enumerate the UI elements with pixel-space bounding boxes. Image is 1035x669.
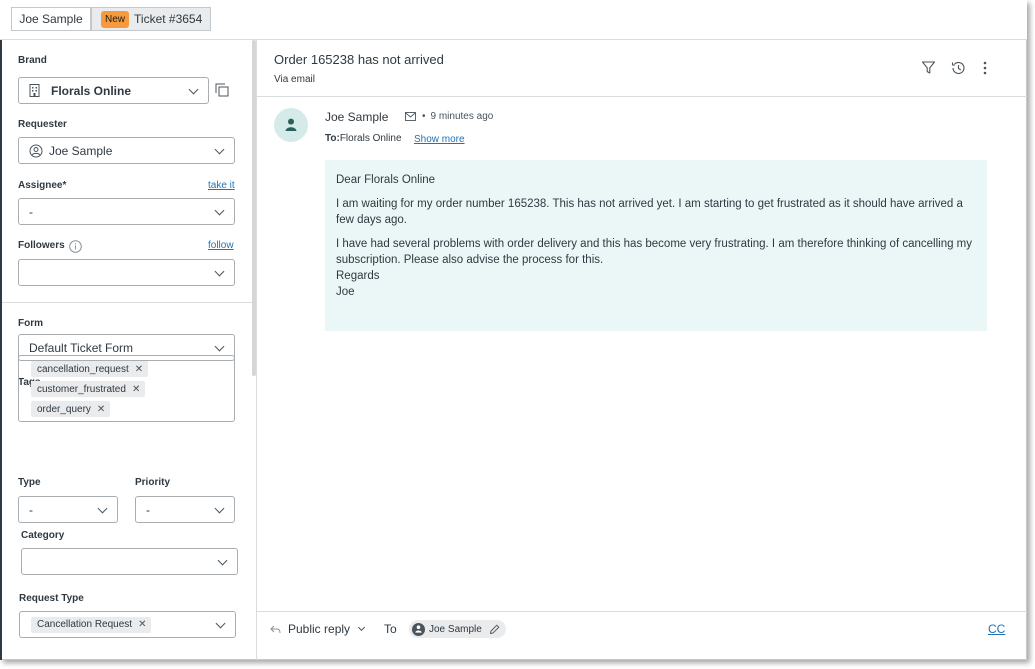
remove-icon[interactable]: ✕ (97, 404, 105, 415)
recipient-line: To:Florals Online (325, 133, 402, 144)
brand-value: Florals Online (51, 83, 132, 98)
message-author[interactable]: Joe Sample (325, 110, 388, 124)
message-paragraph: I am waiting for my order number 165238.… (336, 198, 963, 226)
sidebar-scrollbar[interactable] (252, 40, 256, 376)
reply-mode-label: Public reply (288, 622, 351, 636)
pencil-icon[interactable] (489, 624, 500, 635)
chevron-down-icon (357, 623, 366, 632)
priority-select[interactable]: - (135, 496, 235, 523)
request-type-select[interactable]: Cancellation Request ✕ (19, 611, 236, 638)
avatar (412, 622, 425, 636)
tag-chip[interactable]: order_query ✕ (31, 401, 111, 417)
user-circle-icon (29, 144, 43, 158)
ticket-properties-sidebar: Brand Florals Online Requester Joe Sampl… (0, 40, 257, 660)
reply-arrow-icon (270, 625, 281, 634)
show-more-link[interactable]: Show more (414, 134, 465, 145)
chevron-down-icon (188, 84, 199, 95)
tag-label: cancellation_request (37, 363, 129, 375)
envelope-icon (405, 112, 416, 121)
recipient-name: Joe Sample (429, 623, 482, 635)
priority-value: - (146, 502, 150, 517)
take-it-link[interactable]: take it (208, 180, 235, 191)
message-meta: • 9 minutes ago (405, 111, 493, 122)
form-value: Default Ticket Form (29, 340, 134, 355)
requester-select[interactable]: Joe Sample (18, 137, 235, 164)
reply-mode-button[interactable]: Public reply (270, 622, 366, 636)
sidebar-divider (2, 302, 256, 303)
type-label: Type (18, 477, 41, 488)
chevron-down-icon (214, 266, 225, 277)
more-vertical-icon[interactable] (982, 60, 998, 76)
remove-icon[interactable]: ✕ (138, 619, 146, 630)
tab-ticket-label: Ticket #3654 (134, 12, 203, 26)
message-body: Dear Florals Online I am waiting for my … (325, 160, 987, 331)
copy-icon[interactable] (215, 83, 229, 100)
building-icon (29, 84, 45, 97)
info-icon[interactable] (69, 240, 82, 256)
followers-select[interactable] (18, 259, 235, 286)
assignee-value: - (29, 204, 33, 219)
type-select[interactable]: - (18, 496, 118, 523)
chevron-down-icon (214, 144, 225, 155)
message-greeting: Dear Florals Online (336, 174, 436, 186)
brand-select[interactable]: Florals Online (18, 77, 209, 104)
ticket-window: Joe Sample New Ticket #3654 Brand Floral… (0, 0, 1027, 660)
chevron-down-icon (215, 618, 226, 629)
to-prefix: To: (325, 133, 340, 144)
message-signature: Joe (336, 286, 355, 298)
message-paragraph: I have had several problems with order d… (336, 238, 973, 266)
chevron-down-icon (97, 503, 108, 514)
ticket-header: Order 165238 has not arrived Via email (257, 40, 1027, 97)
request-type-chip[interactable]: Cancellation Request ✕ (31, 616, 152, 633)
message-regards: Regards (336, 270, 380, 282)
tab-bar: Joe Sample New Ticket #3654 (0, 0, 1027, 40)
filter-icon[interactable] (921, 60, 937, 76)
brand-label: Brand (18, 55, 47, 66)
priority-label: Priority (135, 477, 171, 488)
tab-ticket[interactable]: New Ticket #3654 (91, 7, 211, 31)
remove-icon[interactable]: ✕ (132, 384, 140, 395)
composer-to-label: To (384, 622, 397, 636)
chevron-down-icon (217, 555, 228, 566)
channel-label: Via email (274, 74, 315, 85)
status-badge: New (101, 10, 130, 28)
conversation-pane: Order 165238 has not arrived Via email J… (257, 40, 1027, 660)
cc-link[interactable]: CC (988, 622, 1005, 636)
request-type-value: Cancellation Request (37, 619, 133, 630)
to-value: Florals Online (339, 133, 402, 144)
history-icon[interactable] (950, 60, 966, 76)
ticket-subject: Order 165238 has not arrived (274, 52, 444, 67)
person-icon (285, 118, 297, 135)
follow-link[interactable]: follow (208, 240, 234, 251)
tab-user[interactable]: Joe Sample (11, 7, 91, 31)
tags-input[interactable]: cancellation_request ✕ customer_frustrat… (18, 355, 235, 422)
tab-user-label: Joe Sample (19, 12, 83, 26)
tag-label: customer_frustrated (37, 383, 126, 395)
type-value: - (29, 502, 33, 517)
avatar[interactable] (274, 108, 308, 142)
followers-label: Followers (18, 240, 65, 251)
chevron-down-icon (214, 341, 225, 352)
requester-value: Joe Sample (49, 143, 113, 158)
request-type-label: Request Type (19, 593, 84, 604)
chevron-down-icon (214, 205, 225, 216)
message-time: 9 minutes ago (430, 111, 494, 122)
category-label: Category (21, 530, 65, 541)
recipient-chip[interactable]: Joe Sample (409, 620, 506, 638)
tag-chip[interactable]: cancellation_request ✕ (31, 361, 149, 377)
assignee-select[interactable]: - (18, 198, 235, 225)
tag-chip[interactable]: customer_frustrated ✕ (31, 381, 146, 397)
chevron-down-icon (214, 503, 225, 514)
assignee-label: Assignee* (18, 180, 67, 191)
form-label: Form (18, 318, 43, 329)
category-select[interactable] (21, 548, 238, 575)
reply-composer: Public reply To Joe Sample CC (257, 611, 1027, 660)
remove-icon[interactable]: ✕ (135, 364, 143, 375)
meta-separator: • (422, 111, 426, 122)
requester-label: Requester (18, 119, 67, 130)
tag-label: order_query (37, 403, 91, 415)
